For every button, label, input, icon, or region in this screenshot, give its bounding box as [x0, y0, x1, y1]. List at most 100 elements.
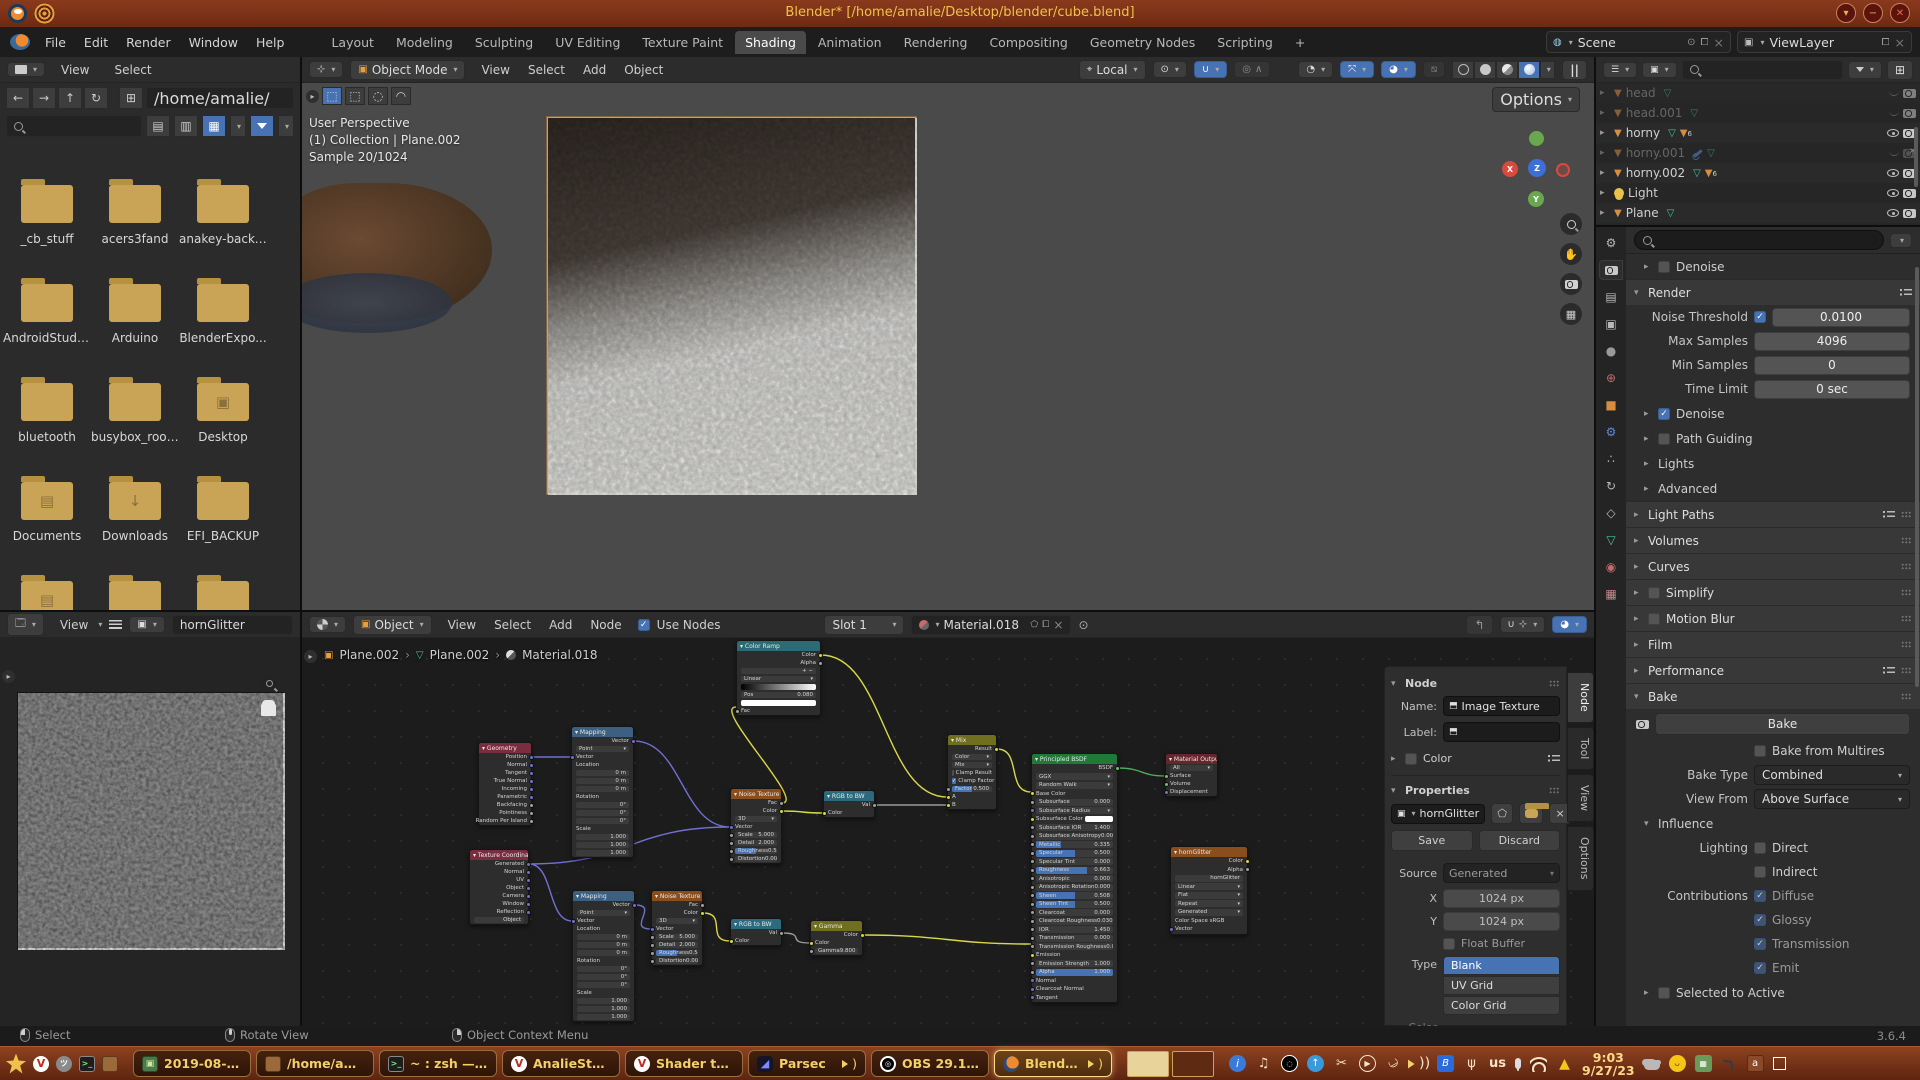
input-socket[interactable]	[946, 787, 951, 792]
output-socket[interactable]	[529, 795, 534, 800]
panel-header-film[interactable]: ▸Film	[1626, 631, 1920, 657]
node-row[interactable]: Detail2.000	[731, 839, 781, 847]
node-row[interactable]: + −	[737, 667, 820, 675]
editor-type-button[interactable]: 🗔▾	[7, 613, 44, 636]
outliner-row[interactable]: ▸▼horny▽▼6	[1596, 123, 1920, 143]
node-select[interactable]: Repeat▾	[1175, 900, 1243, 907]
grip-icon[interactable]	[1901, 511, 1912, 518]
node-row[interactable]: 0 m	[573, 933, 634, 941]
folder-item[interactable]: bluetooth	[3, 383, 91, 444]
node-row[interactable]: BSDF	[1032, 764, 1117, 773]
output-socket[interactable]	[1245, 867, 1250, 872]
node-row[interactable]: Color▾	[948, 753, 996, 761]
node-select[interactable]: All▾	[1170, 765, 1213, 771]
node-header[interactable]: ▾ hornGlitter	[1171, 847, 1247, 857]
launcher-menu[interactable]	[6, 1054, 26, 1074]
prop-checkbox[interactable]	[1754, 745, 1766, 757]
tab-compositing[interactable]: Compositing	[979, 31, 1077, 54]
node-field[interactable]: 0°	[576, 810, 629, 816]
node-row[interactable]: 3D▾	[731, 815, 781, 823]
node-row[interactable]: Reflection	[470, 908, 528, 916]
properties-tab-scene[interactable]: ●	[1599, 341, 1623, 361]
input-socket[interactable]	[1030, 817, 1035, 822]
node-rgbtobw1[interactable]: ▾ RGB to BWValColor	[823, 790, 875, 818]
node-select[interactable]: Subsurface Radius▾	[1036, 807, 1113, 814]
output-socket[interactable]	[632, 903, 637, 908]
tray-speaker-icon[interactable]: ))	[1411, 1055, 1428, 1072]
tab-modeling[interactable]: Modeling	[386, 31, 463, 54]
node-field[interactable]: Subsurface Anisotropy0.000	[1036, 833, 1113, 840]
properties-tab-texture[interactable]: ▦	[1599, 584, 1623, 604]
node-row[interactable]: Rotation	[573, 957, 634, 965]
input-socket[interactable]	[650, 943, 655, 948]
task-button-blende-[interactable]: Blende...)	[994, 1050, 1112, 1077]
node-row[interactable]: B	[948, 801, 996, 809]
properties-tab-tool[interactable]: ⚙	[1599, 233, 1623, 253]
output-socket[interactable]	[1115, 766, 1120, 771]
node-row[interactable]: Base Color	[1032, 790, 1117, 799]
tab-rendering[interactable]: Rendering	[894, 31, 978, 54]
properties-tab-render[interactable]	[1599, 260, 1623, 280]
node-row[interactable]: 1.000	[573, 1013, 634, 1021]
preset-icon[interactable]	[1900, 288, 1912, 298]
output-socket[interactable]	[529, 779, 534, 784]
rendered-shading-button[interactable]	[1518, 61, 1540, 79]
node-row[interactable]: Alpha	[737, 659, 820, 667]
overlays-node-toggle[interactable]: ◕▾	[1552, 616, 1587, 633]
prop-select[interactable]: Combined▾	[1754, 765, 1910, 785]
tray-play-icon[interactable]: ▶	[1359, 1055, 1376, 1072]
node-row[interactable]: Transmission0.000	[1032, 934, 1117, 943]
folder-item[interactable]: EFI_BACKUP	[179, 482, 267, 543]
input-socket[interactable]	[1030, 970, 1035, 975]
node-row[interactable]: Distortion0.000	[731, 855, 781, 863]
snap-toggle[interactable]: ∪▾	[1194, 61, 1227, 78]
node-row[interactable]: 0 m	[573, 941, 634, 949]
node-row[interactable]: Vector	[731, 823, 781, 831]
node-colorramp[interactable]: ▾ Color RampColorAlpha+ −Linear▾Pos0.080…	[736, 640, 821, 716]
outliner-row[interactable]: ▸▼head.001▽	[1596, 103, 1920, 123]
prop-value-field[interactable]: 0	[1754, 356, 1910, 375]
node-checkbox[interactable]: ✓	[952, 778, 956, 784]
subpanel-checkbox[interactable]	[1658, 987, 1670, 999]
properties-section-header[interactable]: ▾Properties	[1391, 775, 1560, 797]
node-canvas[interactable]: ▸ ▣Plane.002 › ▽Plane.002 › Material.018…	[302, 638, 1594, 1026]
node-select[interactable]: Generated▾	[1175, 909, 1243, 916]
tray-mic-icon[interactable]	[1515, 1058, 1521, 1069]
collapsed-subpanel-advanced[interactable]: ▸Advanced	[1626, 476, 1920, 501]
node-row[interactable]: Scale	[572, 825, 633, 833]
node-row[interactable]: Window	[470, 900, 528, 908]
tray-upload-icon[interactable]: ↑	[1307, 1055, 1324, 1072]
node-checkbox[interactable]	[952, 770, 954, 776]
input-socket[interactable]	[1030, 859, 1035, 864]
viewport-menu-select[interactable]: Select	[519, 59, 574, 81]
viewport-canvas[interactable]: ▸ ⬚ ⬚ ◌ ◠ Options▾ User Perspective (1) …	[302, 83, 1594, 610]
tray-music-icon[interactable]: ♫	[1255, 1055, 1272, 1072]
subpanel-checkbox[interactable]	[1658, 261, 1670, 273]
node-header[interactable]: ▾ Texture Coordinate	[470, 850, 528, 860]
grip-icon[interactable]	[1549, 680, 1560, 687]
node-row[interactable]: 1.000	[573, 997, 634, 1005]
view-thumbnail-button[interactable]: ▦	[202, 115, 226, 137]
rendered-plane[interactable]	[547, 117, 916, 494]
node-row[interactable]: Flat▾	[1171, 891, 1247, 900]
outliner-scrollbar[interactable]	[1914, 127, 1918, 187]
output-socket[interactable]	[818, 653, 823, 658]
shade-button[interactable]: ▾	[1836, 3, 1856, 23]
input-socket[interactable]	[1030, 834, 1035, 839]
node-field[interactable]: 0 m	[577, 934, 630, 940]
node-select[interactable]: Mix▾	[952, 762, 992, 768]
node-select[interactable]: Random Walk▾	[1036, 782, 1113, 789]
properties-tab-object-data[interactable]: ▽	[1599, 530, 1623, 550]
node-row[interactable]: Roughness0.500	[652, 949, 702, 957]
node-row[interactable]: Normal	[479, 761, 531, 769]
node-row[interactable]: Subsurface Anisotropy0.000	[1032, 832, 1117, 841]
node-row[interactable]: ✓Clamp Factor	[948, 777, 996, 785]
tray-wifi-icon[interactable]	[1530, 1055, 1547, 1072]
node-row[interactable]: Pos0.080	[737, 691, 820, 699]
options-dropdown[interactable]: Options▾	[1492, 87, 1580, 112]
input-socket[interactable]	[1030, 842, 1035, 847]
task-button-2019-08-13-[interactable]: ▣2019-08-13...	[133, 1050, 251, 1077]
input-socket[interactable]	[1164, 790, 1169, 795]
node-row[interactable]: Fac	[737, 707, 820, 715]
pin-icon[interactable]: ⊙	[1687, 37, 1695, 48]
